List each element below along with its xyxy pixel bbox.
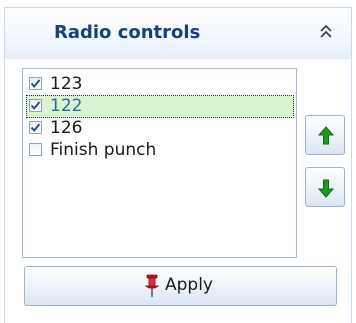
check-icon [30, 101, 41, 111]
list-item[interactable]: Finish punch [26, 139, 294, 162]
move-up-button[interactable] [305, 115, 345, 155]
checkbox[interactable] [29, 143, 42, 156]
list-item-label: 122 [50, 96, 83, 116]
check-icon [30, 79, 41, 89]
radio-controls-list[interactable]: 123 122 126 Finish punch [22, 68, 297, 258]
panel-body: 123 122 126 Finish punch Apply [4, 59, 352, 323]
double-chevron-up-icon [320, 24, 332, 38]
checkbox[interactable] [29, 99, 42, 112]
list-item[interactable]: 123 [26, 73, 294, 96]
list-item-label: 126 [50, 118, 83, 138]
apply-button[interactable]: Apply [24, 266, 337, 306]
apply-label: Apply [165, 275, 213, 295]
list-item[interactable]: 126 [26, 117, 294, 140]
green-arrow-down-icon [318, 179, 334, 198]
collapse-button[interactable] [317, 22, 335, 42]
list-item-label: 123 [50, 74, 83, 94]
check-icon [30, 123, 41, 133]
list-item-selected[interactable]: 122 [26, 95, 294, 118]
checkbox[interactable] [29, 77, 42, 90]
panel-header[interactable]: Radio controls [4, 7, 352, 59]
list-item-label: Finish punch [50, 140, 157, 160]
panel-title: Radio controls [54, 22, 201, 43]
checkbox[interactable] [29, 121, 42, 134]
move-down-button[interactable] [305, 167, 345, 207]
radio-controls-panel: Radio controls 123 122 126 Finish punch … [0, 0, 356, 323]
green-arrow-up-icon [318, 126, 334, 145]
pin-icon [145, 274, 159, 297]
